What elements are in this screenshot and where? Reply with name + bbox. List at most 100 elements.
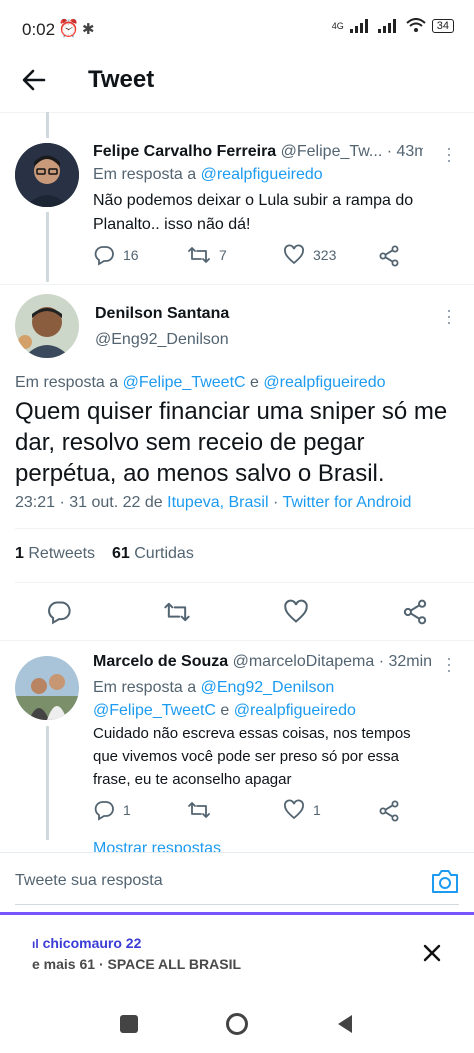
author-handle[interactable]: @Eng92_Denilson: [95, 331, 229, 349]
reply-label: Em resposta a: [93, 679, 197, 696]
tweet-text: Não podemos deixar o Lula subir a rampa …: [93, 192, 414, 233]
tweet-text: Quem quiser financiar uma sniper só me d…: [15, 398, 448, 487]
meta-separator: ·: [272, 494, 279, 511]
divider: [15, 582, 474, 583]
status-bar: 0:02 ⏰ ✱ 4G 34: [0, 0, 474, 56]
reply-mention[interactable]: @realpfigueiredo: [201, 166, 323, 183]
heart-icon[interactable]: [283, 599, 309, 625]
avatar-image: [15, 294, 79, 358]
reply-and: e: [220, 702, 230, 719]
retweets-stat[interactable]: 1 Retweets: [15, 545, 95, 563]
retweets-count: 1: [15, 545, 24, 562]
avatar[interactable]: [15, 656, 79, 720]
status-indicators: 4G 34: [332, 18, 454, 33]
avatar[interactable]: [15, 294, 79, 358]
avatar-image: [15, 143, 79, 207]
retweets-label: Retweets: [28, 545, 96, 562]
wifi-icon: [406, 18, 426, 32]
show-replies-link[interactable]: Mostrar respostas: [93, 838, 393, 852]
tweet-time: · 43min: [386, 143, 423, 160]
reply-context: Em resposta a @realpfigueiredo: [93, 166, 323, 184]
more-options-icon[interactable]: · · ·: [446, 301, 452, 331]
divider: [0, 852, 474, 853]
reply-mention[interactable]: @Felipe_TweetC: [123, 374, 246, 391]
tweet-meta: 23:21 · 31 out. 22 de Itupeva, Brasil · …: [15, 494, 411, 512]
reply-mention[interactable]: @Eng92_Denilson: [201, 679, 335, 696]
retweet-button[interactable]: 7: [187, 244, 227, 266]
alarm-icon: ⏰: [58, 19, 80, 38]
tweet-header: Felipe Carvalho Ferreira @Felipe_Tw... ·…: [93, 143, 423, 161]
reply-button[interactable]: 16: [93, 244, 139, 266]
thread-line: [46, 212, 49, 282]
space-dock[interactable]: [0, 915, 474, 993]
reply-button[interactable]: 1: [93, 799, 131, 821]
more-options-icon[interactable]: · · ·: [446, 649, 452, 679]
like-button[interactable]: 323: [283, 244, 336, 266]
reply-mention[interactable]: @realpfigueiredo: [263, 374, 385, 391]
retweet-button[interactable]: [187, 799, 219, 821]
avatar[interactable]: [15, 143, 79, 207]
thread-line: [46, 112, 49, 138]
tweet-time: · 32min: [378, 653, 433, 670]
reply-count: 16: [123, 247, 139, 263]
retweet-icon[interactable]: [163, 599, 191, 625]
divider: [15, 528, 474, 529]
tweet-header: Marcelo de Souza @marceloDitapema · 32mi…: [93, 653, 433, 671]
reply-icon: [94, 246, 114, 266]
location-link[interactable]: Itupeva, Brasil: [167, 494, 268, 511]
reply-input[interactable]: Tweete sua resposta: [15, 872, 163, 890]
divider: [0, 284, 474, 285]
reply-context: Em resposta a @Eng92_Denilson @Felipe_Tw…: [93, 676, 453, 722]
header-divider: [0, 112, 474, 113]
author-name[interactable]: Felipe Carvalho Ferreira: [93, 143, 276, 160]
space-host-name: chicomauro 22: [42, 935, 142, 951]
heart-icon: [284, 799, 304, 820]
avatar-image: [15, 656, 79, 720]
retweet-count: 7: [219, 247, 227, 263]
reply-label: Em resposta a: [93, 166, 197, 183]
tweet-text: Cuidado não escreva essas coisas, nos te…: [93, 725, 411, 788]
page-title: Tweet: [88, 66, 155, 93]
reply-and: e: [250, 374, 259, 391]
divider: [0, 640, 474, 641]
author-handle[interactable]: @Felipe_Tw...: [281, 143, 383, 160]
camera-icon[interactable]: [430, 867, 460, 895]
author-name[interactable]: Denilson Santana: [95, 305, 229, 323]
back-arrow-icon[interactable]: [20, 66, 48, 94]
like-button[interactable]: 1: [283, 799, 321, 821]
reply-icon[interactable]: [46, 599, 72, 625]
retweet-icon: [188, 247, 210, 263]
reply-mention[interactable]: @realpfigueiredo: [234, 702, 356, 719]
recents-icon[interactable]: [120, 1015, 138, 1033]
show-replies-label: Mostrar respostas: [93, 840, 222, 852]
like-count: 323: [313, 247, 337, 263]
reply-mention[interactable]: @Felipe_TweetC: [93, 702, 216, 719]
reply-icon: [94, 801, 114, 821]
back-nav-icon[interactable]: [335, 1013, 355, 1035]
heart-icon: [284, 244, 304, 265]
author-handle[interactable]: @marceloDitapema: [233, 653, 375, 670]
author-name[interactable]: Marcelo de Souza: [93, 653, 228, 670]
battery-icon: 34: [431, 18, 454, 33]
status-time: 0:02: [22, 20, 56, 39]
likes-count: 61: [112, 545, 130, 562]
more-options-icon[interactable]: · · ·: [446, 139, 452, 169]
client-link[interactable]: Twitter for Android: [282, 494, 411, 511]
notification-icon: ✱: [82, 21, 95, 38]
share-icon[interactable]: [378, 800, 400, 822]
thread-line: [46, 726, 49, 840]
reply-context: Em resposta a @Felipe_TweetC e @realpfig…: [15, 374, 385, 392]
audio-wave-icon: ıl: [32, 937, 39, 951]
space-host: ıl chicomauro 22: [32, 935, 141, 951]
like-count: 1: [313, 802, 321, 818]
close-icon[interactable]: [422, 943, 442, 963]
reply-count: 1: [123, 802, 131, 818]
home-icon[interactable]: [226, 1013, 248, 1035]
signal-icon: [349, 18, 368, 33]
likes-stat[interactable]: 61 Curtidas: [112, 545, 194, 563]
retweet-icon: [188, 802, 210, 818]
likes-label: Curtidas: [134, 545, 194, 562]
share-icon[interactable]: [378, 245, 400, 267]
space-subtitle: e mais 61 · SPACE ALL BRASIL: [32, 956, 242, 972]
share-icon[interactable]: [402, 599, 428, 625]
